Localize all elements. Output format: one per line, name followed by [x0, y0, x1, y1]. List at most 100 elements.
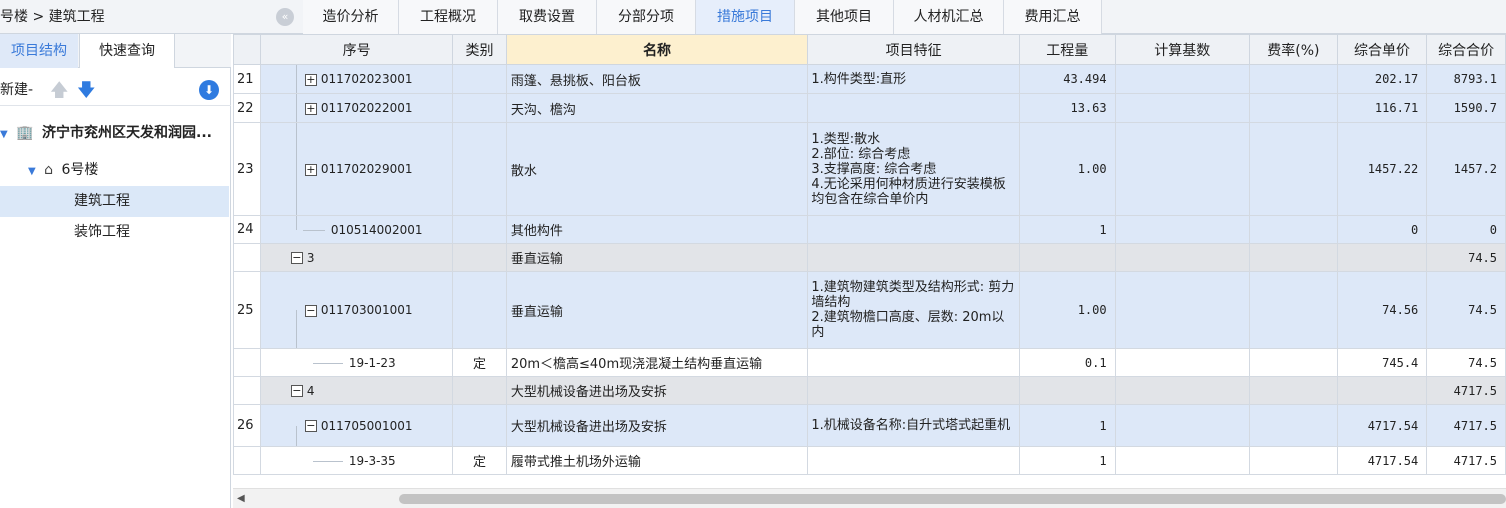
row-base[interactable]	[1114, 122, 1250, 216]
row-rate[interactable]	[1248, 376, 1338, 405]
row-quantity[interactable]	[1018, 243, 1116, 272]
row-category[interactable]	[452, 243, 507, 272]
collapse-icon[interactable]: «	[276, 8, 294, 26]
row-quantity[interactable]: 43.494	[1018, 64, 1116, 94]
row-features[interactable]	[807, 215, 1020, 244]
row-rate[interactable]	[1248, 215, 1338, 244]
row-base[interactable]	[1114, 243, 1250, 272]
col-name[interactable]: 名称	[505, 34, 809, 65]
tab-project-structure[interactable]: 项目结构	[0, 34, 78, 68]
row-rate[interactable]	[1248, 64, 1338, 94]
row-category[interactable]	[452, 122, 507, 216]
row-category[interactable]	[452, 271, 507, 349]
scrollbar-thumb[interactable]	[399, 494, 1506, 504]
row-quantity[interactable]: 1	[1018, 446, 1116, 475]
table-row[interactable]: 25 −011703001001 垂直运输 1.建筑物建筑类型及结构形式: 剪力…	[233, 271, 1506, 349]
row-quantity[interactable]: 1	[1018, 215, 1116, 244]
row-name[interactable]: 垂直运输	[505, 271, 809, 349]
row-features[interactable]	[807, 376, 1020, 405]
col-unit-price[interactable]: 综合单价	[1336, 34, 1428, 65]
col-base[interactable]: 计算基数	[1114, 34, 1250, 65]
table-row[interactable]: 19-1-23 定 20m＜檐高≤40m现浇混凝土结构垂直运输 0.1 745.…	[233, 348, 1506, 377]
col-serial[interactable]: 序号	[259, 34, 454, 65]
row-base[interactable]	[1114, 215, 1250, 244]
row-quantity[interactable]: 0.1	[1018, 348, 1116, 377]
download-icon[interactable]: ⬇	[199, 80, 219, 100]
row-name[interactable]: 天沟、檐沟	[505, 93, 809, 123]
row-features[interactable]	[807, 93, 1020, 123]
table-row[interactable]: 26 −011705001001 大型机械设备进出场及安拆 1.机械设备名称:自…	[233, 404, 1506, 447]
arrow-up-icon[interactable]: 🡅	[50, 78, 69, 108]
row-category[interactable]	[452, 93, 507, 123]
col-total[interactable]: 综合合价	[1426, 34, 1506, 65]
tab-quick-query[interactable]: 快速查询	[79, 34, 175, 68]
row-quantity[interactable]: 1.00	[1018, 122, 1116, 216]
tab-overview[interactable]: 工程概况	[399, 0, 498, 34]
tree-item-building-works[interactable]: 建筑工程	[0, 186, 229, 217]
row-category[interactable]	[452, 215, 507, 244]
tab-cost-analysis[interactable]: 造价分析	[303, 0, 399, 34]
row-base[interactable]	[1114, 404, 1250, 447]
tab-fee-settings[interactable]: 取费设置	[498, 0, 597, 34]
col-rate[interactable]: 费率(%)	[1248, 34, 1338, 65]
row-quantity[interactable]: 13.63	[1018, 93, 1116, 123]
row-features[interactable]: 1.构件类型:直形	[807, 64, 1020, 94]
table-row[interactable]: 22 +011702022001 天沟、檐沟 13.63 116.71 1590…	[233, 93, 1506, 123]
tab-fee-summary[interactable]: 费用汇总	[1004, 0, 1102, 34]
row-category[interactable]: 定	[452, 348, 507, 377]
horizontal-scrollbar[interactable]: ◀	[233, 488, 1506, 508]
plus-box-icon[interactable]: +	[304, 163, 317, 176]
row-name[interactable]: 散水	[505, 122, 809, 216]
row-category[interactable]	[452, 376, 507, 405]
row-features[interactable]: 1.机械设备名称:自升式塔式起重机	[807, 404, 1020, 447]
row-rate[interactable]	[1248, 404, 1338, 447]
row-category[interactable]	[452, 64, 507, 94]
row-name[interactable]: 大型机械设备进出场及安拆	[505, 376, 809, 405]
row-quantity[interactable]	[1018, 376, 1116, 405]
row-name[interactable]: 履带式推土机场外运输	[505, 446, 809, 475]
row-base[interactable]	[1114, 446, 1250, 475]
row-features[interactable]	[807, 446, 1020, 475]
plus-box-icon[interactable]: +	[304, 73, 317, 86]
caret-icon[interactable]: ▼	[28, 166, 36, 177]
arrow-down-icon[interactable]: 🡇	[77, 78, 96, 108]
tab-sub-items[interactable]: 分部分项	[597, 0, 696, 34]
table-row[interactable]: 24 010514002001 其他构件 1 0 0	[233, 215, 1506, 244]
new-button[interactable]: 新建-	[0, 79, 33, 99]
minus-box-icon[interactable]: −	[304, 304, 317, 317]
row-name[interactable]: 大型机械设备进出场及安拆	[505, 404, 809, 447]
tree-item-decoration-works[interactable]: 装饰工程	[0, 217, 229, 248]
plus-box-icon[interactable]: +	[304, 102, 317, 115]
col-features[interactable]: 项目特征	[807, 34, 1020, 65]
row-base[interactable]	[1114, 271, 1250, 349]
row-rate[interactable]	[1248, 93, 1338, 123]
row-base[interactable]	[1114, 376, 1250, 405]
tree-building[interactable]: ▼ ⌂ 6号楼	[0, 155, 229, 186]
scroll-left-icon[interactable]: ◀	[237, 493, 245, 504]
row-rate[interactable]	[1248, 243, 1338, 272]
row-features[interactable]: 1.类型:散水 2.部位: 综合考虑 3.支撑高度: 综合考虑 4.无论采用何种…	[807, 122, 1020, 216]
row-features[interactable]	[807, 243, 1020, 272]
table-row[interactable]: −4 大型机械设备进出场及安拆 4717.5	[233, 376, 1506, 405]
table-row[interactable]: 21 +011702023001 雨篷、悬挑板、阳台板 1.构件类型:直形 43…	[233, 64, 1506, 94]
row-base[interactable]	[1114, 64, 1250, 94]
row-quantity[interactable]: 1.00	[1018, 271, 1116, 349]
col-quantity[interactable]: 工程量	[1018, 34, 1116, 65]
col-category[interactable]: 类别	[452, 34, 507, 65]
minus-box-icon[interactable]: −	[290, 252, 303, 264]
row-category[interactable]	[452, 404, 507, 447]
row-quantity[interactable]: 1	[1018, 404, 1116, 447]
tab-resource-summary[interactable]: 人材机汇总	[894, 0, 1004, 34]
row-name[interactable]: 其他构件	[505, 215, 809, 244]
row-name[interactable]: 垂直运输	[505, 243, 809, 272]
row-category[interactable]: 定	[452, 446, 507, 475]
table-row[interactable]: 23 +011702029001 散水 1.类型:散水 2.部位: 综合考虑 3…	[233, 122, 1506, 216]
caret-icon[interactable]: ▼	[0, 129, 8, 140]
row-name[interactable]: 雨篷、悬挑板、阳台板	[505, 64, 809, 94]
row-rate[interactable]	[1248, 446, 1338, 475]
tab-measures[interactable]: 措施项目	[696, 0, 795, 34]
minus-box-icon[interactable]: −	[304, 420, 317, 432]
row-features[interactable]	[807, 348, 1020, 377]
row-rate[interactable]	[1248, 122, 1338, 216]
minus-box-icon[interactable]: −	[290, 385, 303, 397]
